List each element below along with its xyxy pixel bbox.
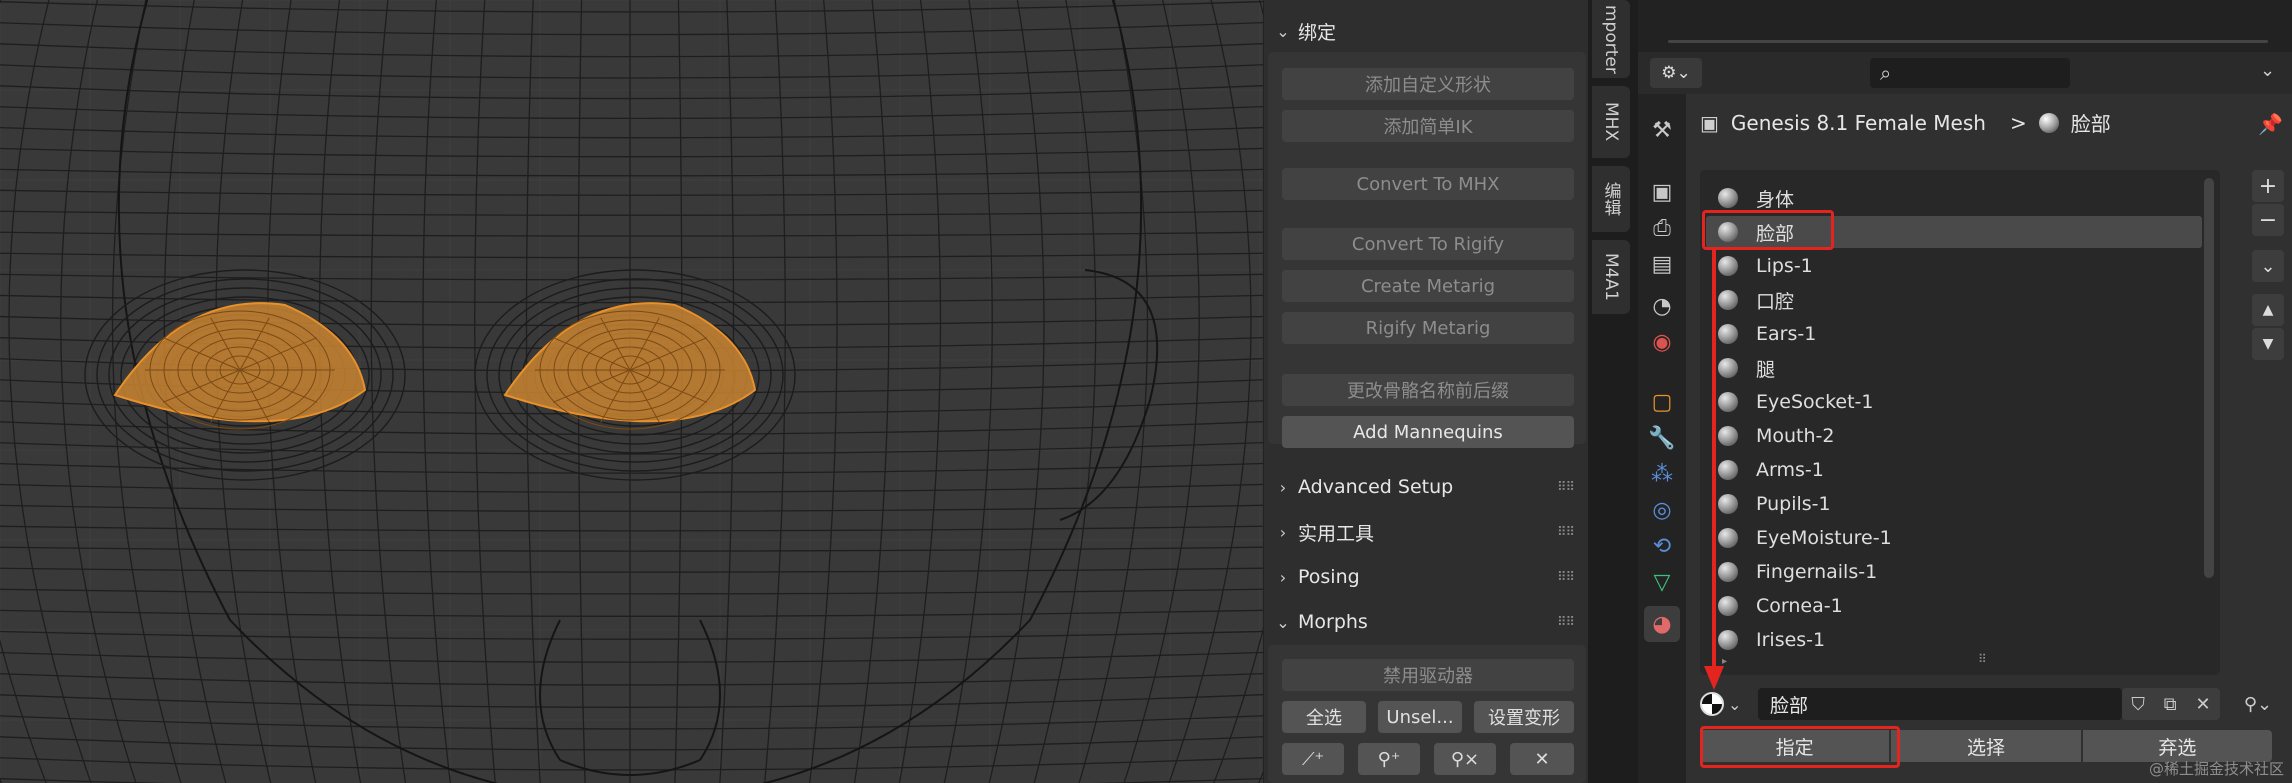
add-mannequins-button[interactable]: Add Mannequins xyxy=(1282,416,1574,448)
chevron-right-icon: › xyxy=(1279,477,1287,497)
convert-to-rigify-button[interactable]: Convert To Rigify xyxy=(1282,228,1574,260)
rigify-metarig-button[interactable]: Rigify Metarig xyxy=(1282,312,1574,344)
drag-grip-icon[interactable]: ⠿⠿ xyxy=(1557,480,1575,495)
annotation-arrow xyxy=(1704,248,1724,690)
add-custom-shape-button[interactable]: 添加自定义形状 xyxy=(1282,68,1574,100)
tab-m4a1-label: M4A1 xyxy=(1601,253,1621,301)
posing-header[interactable]: › Posing ⠿⠿ xyxy=(1268,558,1586,596)
drag-grip-icon[interactable]: ⠿⠿ xyxy=(1557,570,1575,585)
tab-importer[interactable]: mporter xyxy=(1592,0,1630,78)
chevron-down-icon: ⌄ xyxy=(1276,612,1290,632)
binding-panel-title: 绑定 xyxy=(1298,21,1337,44)
chevron-right-icon: › xyxy=(1279,522,1287,542)
posing-title: Posing xyxy=(1298,566,1360,588)
utilities-header[interactable]: › 实用工具 ⠿⠿ xyxy=(1268,513,1586,551)
tab-mhx-label: MHX xyxy=(1601,102,1621,142)
key-add-icon[interactable]: ⚲⁺ xyxy=(1358,743,1420,775)
rename-bone-affixes-button[interactable]: 更改骨骼名称前后缀 xyxy=(1282,374,1574,406)
drag-grip-icon[interactable]: ⠿⠿ xyxy=(1557,615,1575,630)
tab-m4a1[interactable]: M4A1 xyxy=(1592,240,1630,314)
morphs-title: Morphs xyxy=(1298,611,1368,633)
select-all-button[interactable]: 全选 xyxy=(1282,701,1366,733)
create-metarig-button[interactable]: Create Metarig xyxy=(1282,270,1574,302)
advanced-setup-header[interactable]: › Advanced Setup ⠿⠿ xyxy=(1268,468,1586,506)
add-simple-ik-button[interactable]: 添加简单IK xyxy=(1282,110,1574,142)
disable-drivers-button[interactable]: 禁用驱动器 xyxy=(1282,659,1574,691)
watermark: @稀土掘金技术社区 xyxy=(2148,760,2284,778)
properties-editor: ⚙⌄ ⌕ ⌄ ⚒ ▣ ⎙ ▤ ◔ ◉ ▢ 🔧 ⁂ ◎ ⟲ ▽ ◕ ▣ Genes… xyxy=(1638,0,2292,783)
bone-add-icon[interactable]: ⟋⁺ xyxy=(1282,743,1344,775)
binding-panel-body: 添加自定义形状 添加简单IK Convert To MHX Convert To… xyxy=(1268,52,1586,448)
chevron-down-icon: ⌄ xyxy=(1276,21,1290,41)
advanced-setup-title: Advanced Setup xyxy=(1298,476,1454,498)
binding-panel-header[interactable]: ⌄ 绑定 xyxy=(1268,12,1586,50)
convert-to-mhx-button[interactable]: Convert To MHX xyxy=(1282,168,1574,200)
morphs-panel-body: 禁用驱动器 全选 Unsel... 设置变形 ⟋⁺ ⚲⁺ ⚲× ✕ xyxy=(1268,645,1586,783)
tab-edit-label: 编辑 xyxy=(1600,182,1621,216)
sidebar-panel: ⌄ 绑定 添加自定义形状 添加简单IK Convert To MHX Conve… xyxy=(1263,0,1588,783)
morphs-header[interactable]: ⌄ Morphs ⠿⠿ xyxy=(1268,603,1586,641)
chevron-right-icon: › xyxy=(1279,567,1287,587)
wireframe-head-mesh xyxy=(0,0,1263,783)
close-icon[interactable]: ✕ xyxy=(1510,743,1574,775)
unselect-button[interactable]: Unsel... xyxy=(1378,701,1462,733)
drag-grip-icon[interactable]: ⠿⠿ xyxy=(1557,525,1575,540)
tab-edit[interactable]: 编辑 xyxy=(1592,166,1630,232)
set-morph-button[interactable]: 设置变形 xyxy=(1474,701,1574,733)
key-remove-icon[interactable]: ⚲× xyxy=(1434,743,1496,775)
tab-importer-label: mporter xyxy=(1601,4,1621,74)
utilities-title: 实用工具 xyxy=(1298,522,1375,545)
3d-viewport[interactable] xyxy=(0,0,1263,783)
sidebar-tabs: mporter MHX 编辑 M4A1 xyxy=(1588,0,1638,783)
tab-mhx[interactable]: MHX xyxy=(1592,86,1630,158)
